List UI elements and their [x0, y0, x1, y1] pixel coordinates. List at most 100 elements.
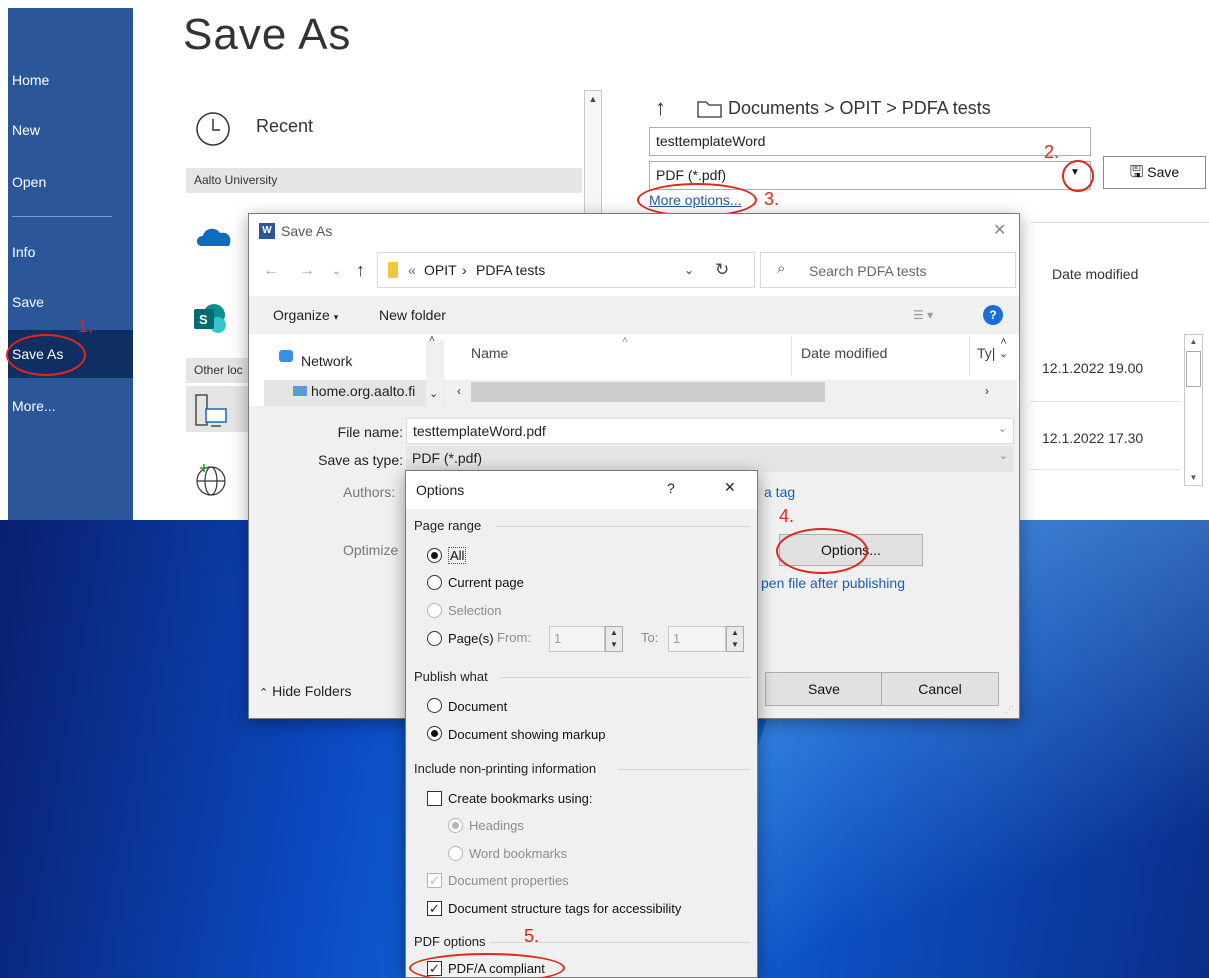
- radio-word-bookmarks-label: Word bookmarks: [469, 846, 568, 861]
- history-chevron-icon[interactable]: ⌄: [332, 266, 340, 277]
- scroll-left-icon[interactable]: ‹: [457, 384, 461, 398]
- add-place-icon[interactable]: [194, 462, 228, 496]
- radio-all[interactable]: [427, 548, 442, 563]
- scroll-down-icon[interactable]: ⌄: [429, 387, 438, 400]
- radio-pages-label[interactable]: Page(s): [448, 631, 494, 646]
- organize-button[interactable]: Organize ▾: [273, 307, 338, 323]
- from-input: 1: [549, 626, 605, 652]
- scroll-thumb[interactable]: [471, 382, 825, 402]
- nav-save[interactable]: Save: [8, 278, 133, 326]
- group-divider: [496, 526, 750, 527]
- save-type-value: PDF (*.pdf): [412, 450, 483, 466]
- forward-icon[interactable]: →: [299, 262, 315, 280]
- address-bar[interactable]: « OPIT › PDFA tests ⌄: [377, 252, 755, 288]
- checkbox-doc-properties-label: Document properties: [448, 873, 569, 888]
- scroll-up-icon[interactable]: ▲: [585, 91, 601, 107]
- to-label: To:: [641, 630, 659, 645]
- view-options-icon[interactable]: ☰ ▾: [913, 308, 933, 322]
- network-icon: [279, 350, 293, 362]
- path-pdfa-tests[interactable]: PDFA tests: [476, 262, 545, 278]
- save-type-select[interactable]: PDF (*.pdf) ⌄: [406, 446, 1014, 472]
- radio-selection: [427, 603, 442, 618]
- group-page-range: Page range: [414, 518, 482, 533]
- folder-icon: [388, 262, 398, 278]
- new-folder-button[interactable]: New folder: [379, 307, 446, 323]
- sort-indicator-icon: ˄: [622, 335, 628, 346]
- chevron-up-icon: ⌃: [259, 687, 269, 699]
- file-name-input[interactable]: testtemplateWord.pdf ⌄: [406, 418, 1014, 444]
- save-button[interactable]: 🖫 Save: [1103, 156, 1206, 189]
- help-icon[interactable]: ?: [983, 305, 1003, 325]
- checkbox-create-bookmarks-label[interactable]: Create bookmarks using:: [448, 791, 593, 806]
- nav-open[interactable]: Open: [8, 158, 133, 206]
- column-name[interactable]: Name: [471, 345, 508, 361]
- scroll-thumb[interactable]: [1186, 351, 1201, 387]
- filename-input[interactable]: testtemplateWord: [649, 127, 1091, 156]
- radio-pages[interactable]: [427, 631, 442, 646]
- scroll-right-icon[interactable]: ›: [985, 384, 989, 398]
- radio-document-markup[interactable]: [427, 726, 442, 741]
- sharepoint-icon[interactable]: S: [192, 303, 228, 333]
- date-modified-header[interactable]: Date modified: [1052, 266, 1138, 282]
- add-tag-link[interactable]: a tag: [764, 484, 795, 500]
- list-scroll-arrows[interactable]: ˄ ⌄: [999, 336, 1008, 360]
- options-help-button[interactable]: ?: [667, 480, 675, 496]
- dialog-cancel-button[interactable]: Cancel: [881, 672, 999, 706]
- path-separator: ›: [462, 262, 467, 278]
- radio-current-page-label[interactable]: Current page: [448, 575, 524, 590]
- radio-document-markup-label[interactable]: Document showing markup: [448, 727, 606, 742]
- open-after-publish-checkbox-label[interactable]: pen file after publishing: [761, 575, 905, 591]
- checkbox-create-bookmarks[interactable]: [427, 791, 442, 806]
- scroll-up-icon[interactable]: ˄: [429, 334, 435, 345]
- search-box[interactable]: ⌕ Search PDFA tests: [760, 252, 1016, 288]
- group-divider: [618, 769, 750, 770]
- nav-new[interactable]: New: [8, 106, 133, 154]
- column-divider: [791, 336, 792, 376]
- file-date: 12.1.2022 19.00: [1042, 360, 1144, 376]
- radio-document[interactable]: [427, 698, 442, 713]
- scroll-down-icon[interactable]: ▼: [1185, 471, 1202, 485]
- dialog-title: Save As: [281, 223, 333, 239]
- resize-grip-icon[interactable]: ⋰: [1005, 704, 1014, 715]
- radio-all-label[interactable]: All: [448, 547, 467, 564]
- chevron-down-icon[interactable]: ⌄: [998, 422, 1007, 435]
- nav-more[interactable]: More...: [8, 382, 133, 430]
- onedrive-icon[interactable]: [194, 222, 234, 248]
- back-icon[interactable]: ←: [263, 262, 279, 280]
- to-input: 1: [668, 626, 726, 652]
- nav-info[interactable]: Info: [8, 228, 133, 276]
- breadcrumb[interactable]: Documents > OPIT > PDFA tests: [728, 98, 991, 119]
- hide-folders-button[interactable]: ⌃ Hide Folders: [259, 683, 351, 699]
- scroll-up-icon[interactable]: ▲: [1185, 335, 1202, 349]
- path-overflow[interactable]: «: [408, 262, 416, 278]
- nav-home[interactable]: Home: [8, 56, 133, 104]
- tree-network[interactable]: Network: [301, 353, 352, 369]
- up-arrow-icon[interactable]: ↑: [356, 260, 365, 281]
- checkbox-structure-tags-label[interactable]: Document structure tags for accessibilit…: [448, 901, 681, 916]
- column-type[interactable]: Ty|: [977, 345, 995, 361]
- word-icon: W: [259, 223, 275, 239]
- path-opit[interactable]: OPIT: [424, 262, 457, 278]
- radio-current-page[interactable]: [427, 575, 442, 590]
- authors-label: Authors:: [343, 484, 396, 500]
- radio-word-bookmarks: [448, 846, 463, 861]
- radio-selection-label: Selection: [448, 603, 502, 618]
- refresh-icon[interactable]: ↻: [715, 260, 729, 280]
- this-pc-icon: [195, 394, 227, 427]
- optimize-label: Optimize: [343, 542, 399, 558]
- dialog-save-button[interactable]: Save: [765, 672, 883, 706]
- up-arrow-icon[interactable]: ↑: [655, 95, 666, 121]
- annotation-ellipse-3: [637, 183, 757, 217]
- radio-document-label[interactable]: Document: [448, 699, 507, 714]
- files-scrollbar[interactable]: ▲ ▼: [1184, 334, 1203, 486]
- address-dropdown-icon[interactable]: ⌄: [684, 263, 694, 277]
- options-close-button[interactable]: ✕: [724, 479, 736, 496]
- chevron-down-icon[interactable]: ⌄: [999, 449, 1008, 462]
- group-other: Other loc: [186, 358, 248, 383]
- checkbox-structure-tags[interactable]: ✓: [427, 901, 442, 916]
- tree-home-drive[interactable]: home.org.aalto.fi: [311, 383, 431, 399]
- column-date-modified[interactable]: Date modified: [801, 345, 887, 361]
- close-icon[interactable]: ✕: [993, 220, 1006, 240]
- save-button-label: Save: [1147, 164, 1180, 180]
- recent-label[interactable]: Recent: [256, 116, 313, 137]
